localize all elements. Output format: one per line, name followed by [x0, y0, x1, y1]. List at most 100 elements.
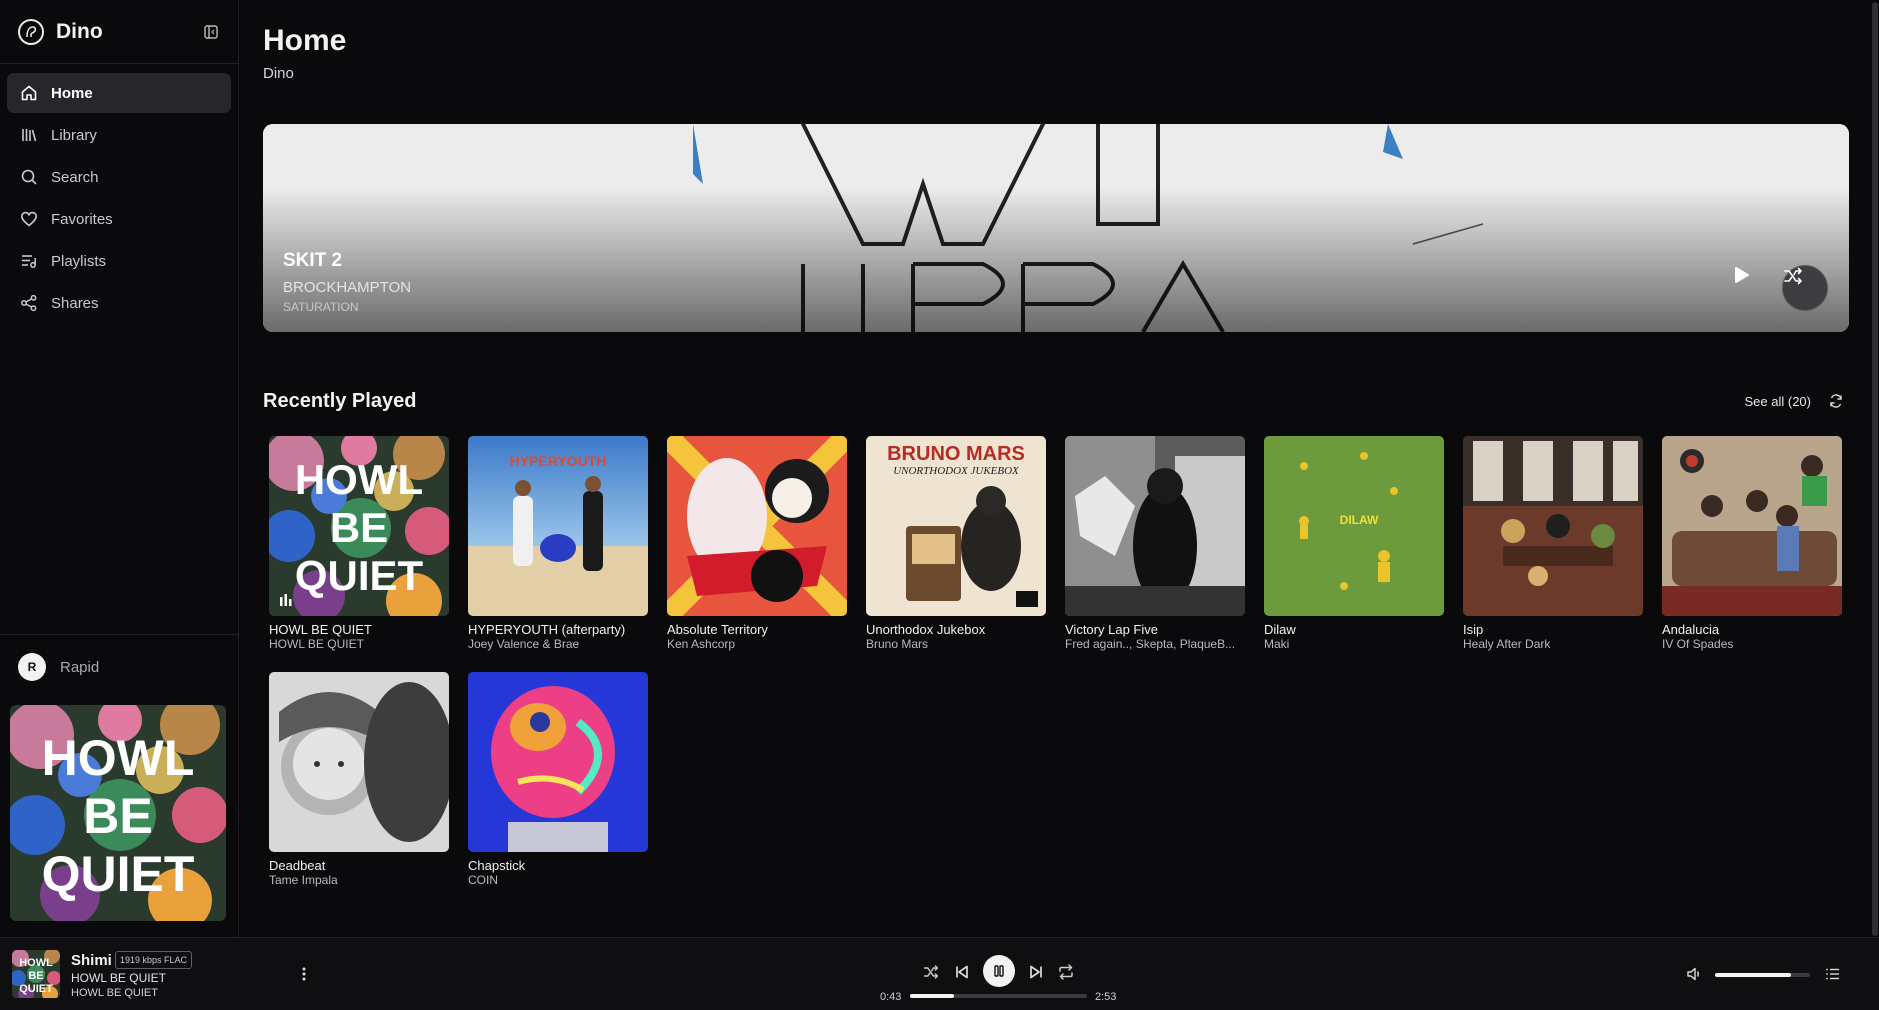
play-icon: [1735, 267, 1749, 283]
sidebar-item-playlists[interactable]: Playlists: [7, 241, 231, 281]
quality-badge: 1919 kbps FLAC: [115, 951, 193, 969]
next-button[interactable]: [1023, 959, 1049, 985]
album-title: Chapstick: [468, 858, 526, 873]
sidebar-footer: R Rapid HOWL BE QUIET: [0, 634, 239, 921]
see-all-link[interactable]: See all (20): [1745, 394, 1811, 409]
album-artist[interactable]: Fred again.., Skepta, PlaqueB...: [1065, 637, 1245, 652]
svg-text:HOWL: HOWL: [19, 957, 53, 969]
svg-text:HYPERYOUTH: HYPERYOUTH: [510, 453, 607, 469]
repeat-button[interactable]: [1053, 959, 1079, 985]
sidebar-item-library[interactable]: Library: [7, 115, 231, 155]
recently-played-grid: HOWL BE QUIET HOWL BE QUIET HOWL BE QUIE…: [269, 436, 1849, 888]
banner-gradient: [263, 124, 1849, 332]
volume-fill: [1715, 973, 1791, 977]
album-cover: [468, 672, 648, 852]
album-title: Unorthodox Jukebox: [866, 622, 986, 637]
sidebar-collapse-icon[interactable]: [202, 23, 220, 41]
refresh-icon[interactable]: [1827, 392, 1845, 410]
volume-icon[interactable]: [1683, 963, 1705, 985]
album-card[interactable]: Deadbeat Tame Impala: [269, 672, 449, 888]
svg-text:QUIET: QUIET: [295, 552, 424, 599]
album-cover: [269, 672, 449, 852]
album-cover: BRUNO MARS UNORTHODOX JUKEBOX: [866, 436, 1046, 616]
play-pause-button[interactable]: [983, 955, 1015, 987]
share-icon: [19, 293, 39, 313]
shuffle-icon: [923, 965, 939, 979]
album-card[interactable]: Isip Healy After Dark: [1463, 436, 1643, 652]
banner-album[interactable]: SATURATION: [283, 300, 411, 314]
album-artist[interactable]: IV Of Spades: [1662, 637, 1842, 652]
album-title: Victory Lap Five: [1065, 622, 1158, 637]
banner-artist[interactable]: BROCKHAMPTON: [283, 279, 411, 296]
album-title: Absolute Territory: [667, 622, 768, 637]
shuffle-icon: [1784, 267, 1802, 285]
progress-slider[interactable]: [910, 994, 1087, 998]
svg-text:UNORTHODOX JUKEBOX: UNORTHODOX JUKEBOX: [893, 465, 1020, 477]
album-cover: [1065, 436, 1245, 616]
album-artist[interactable]: Tame Impala: [269, 873, 449, 888]
progress-fill: [910, 994, 955, 998]
now-playing-cover[interactable]: HOWL BE QUIET: [10, 705, 226, 921]
player-album[interactable]: HOWL BE QUIET: [71, 971, 166, 985]
player-track-title[interactable]: Shimi: [71, 952, 112, 969]
library-icon: [19, 125, 39, 145]
playlist-icon: [19, 251, 39, 271]
total-time: 2:53: [1095, 991, 1117, 1003]
repeat-icon: [1059, 964, 1073, 980]
player-artist[interactable]: HOWL BE QUIET: [71, 987, 158, 999]
album-artist[interactable]: COIN: [468, 873, 648, 888]
album-title: Isip: [1463, 622, 1484, 637]
banner-play-button[interactable]: [1731, 265, 1777, 311]
banner-track-title: SKIT 2: [283, 250, 343, 271]
album-artist[interactable]: Maki: [1264, 637, 1444, 652]
cover-art-text: BE: [83, 788, 152, 844]
album-card[interactable]: Absolute Territory Ken Ashcorp: [667, 436, 847, 652]
album-cover: HOWL BE QUIET: [269, 436, 449, 616]
album-card[interactable]: HYPERYOUTH HYPERYOUTH (afterparty) Joey …: [468, 436, 648, 652]
album-card[interactable]: Chapstick COIN: [468, 672, 648, 888]
sidebar-item-label: Search: [51, 168, 99, 186]
player-cover[interactable]: HOWL BE QUIET: [12, 950, 60, 998]
player-bar: HOWL BE QUIET Shimi 1919 kbps FLAC HOWL …: [0, 937, 1879, 1010]
album-card[interactable]: Victory Lap Five Fred again.., Skepta, P…: [1065, 436, 1245, 652]
home-icon: [19, 83, 39, 103]
skip-back-icon: [956, 965, 968, 979]
scrollbar-thumb[interactable]: [1872, 2, 1878, 936]
album-card[interactable]: BRUNO MARS UNORTHODOX JUKEBOX Unorthodox…: [866, 436, 1046, 652]
album-artist[interactable]: Joey Valence & Brae: [468, 637, 648, 652]
cover-art-text: QUIET: [42, 846, 195, 902]
album-artist[interactable]: Healy After Dark: [1463, 637, 1643, 652]
volume-slider[interactable]: [1715, 973, 1810, 977]
banner-shuffle-button[interactable]: [1782, 265, 1828, 311]
sidebar-item-home[interactable]: Home: [7, 73, 231, 113]
server-switcher[interactable]: R Rapid: [10, 651, 229, 683]
queue-icon[interactable]: [1822, 963, 1844, 985]
featured-track-banner[interactable]: SKIT 2 BROCKHAMPTON SATURATION: [263, 124, 1849, 332]
album-card[interactable]: HOWL BE QUIET HOWL BE QUIET HOWL BE QUIE…: [269, 436, 449, 652]
previous-button[interactable]: [949, 959, 975, 985]
album-artist[interactable]: HOWL BE QUIET: [269, 637, 449, 652]
album-title: HYPERYOUTH (afterparty): [468, 622, 626, 637]
shuffle-button[interactable]: [918, 959, 944, 985]
now-playing-indicator-icon: [280, 594, 292, 606]
server-name: Rapid: [60, 658, 100, 676]
album-card[interactable]: Andalucia IV Of Spades: [1662, 436, 1842, 652]
svg-text:DILAW: DILAW: [1340, 513, 1379, 527]
album-cover: DILAW: [1264, 436, 1444, 616]
sidebar-item-shares[interactable]: Shares: [7, 283, 231, 323]
album-artist[interactable]: Bruno Mars: [866, 637, 1046, 652]
sidebar-item-favorites[interactable]: Favorites: [7, 199, 231, 239]
album-card[interactable]: DILAW Dilaw Maki: [1264, 436, 1444, 652]
dino-logo-icon: [18, 18, 44, 45]
album-title: Dilaw: [1264, 622, 1296, 637]
sidebar-item-search[interactable]: Search: [7, 157, 231, 197]
album-artist[interactable]: Ken Ashcorp: [667, 637, 847, 652]
more-options-icon[interactable]: [295, 964, 313, 984]
sidebar-item-label: Home: [51, 84, 93, 102]
section-title: Recently Played: [263, 389, 417, 412]
album-title: HOWL BE QUIET: [269, 622, 372, 637]
page-subtitle: Dino: [263, 65, 294, 82]
server-avatar: R: [18, 653, 46, 681]
search-icon: [19, 167, 39, 187]
main-scrollbar[interactable]: [1869, 0, 1879, 1010]
